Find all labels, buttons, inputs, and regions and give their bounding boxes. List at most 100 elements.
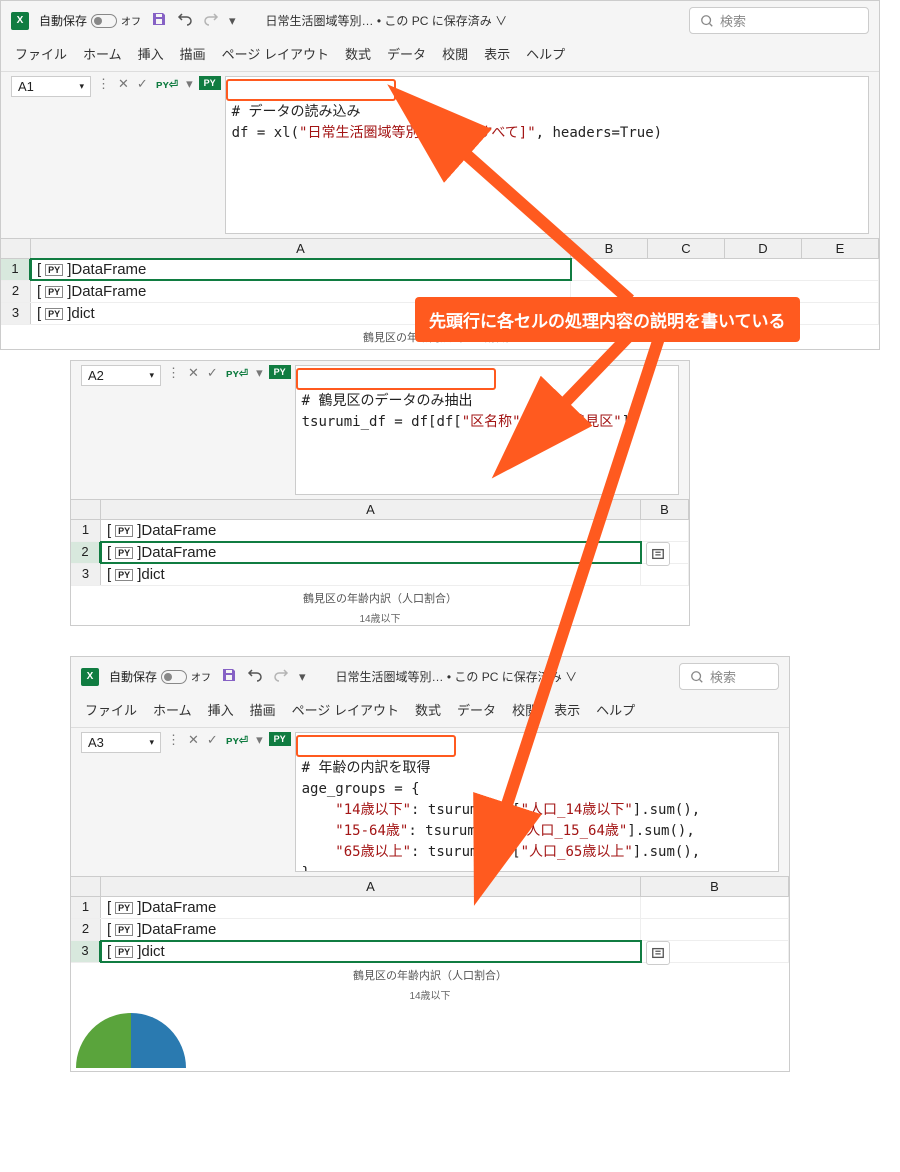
- undo-icon[interactable]: [177, 11, 193, 30]
- row-header[interactable]: 3: [71, 941, 101, 962]
- column-header[interactable]: B: [641, 877, 789, 896]
- autosave-toggle[interactable]: 自動保存 オフ: [109, 668, 211, 685]
- ribbon-tab[interactable]: 表示: [554, 700, 580, 719]
- fx-cancel-icon[interactable]: ✕: [186, 365, 201, 381]
- column-header[interactable]: A: [31, 239, 571, 258]
- ribbon-tab[interactable]: 挿入: [138, 44, 164, 63]
- chart-subtitle: 14歳以下: [71, 610, 689, 625]
- fx-py-icon[interactable]: ᴘʏ⏎: [154, 78, 180, 91]
- python-code-editor[interactable]: # 年齢の内訳を取得 age_groups = { "14歳以下": tsuru…: [295, 732, 779, 872]
- ribbon-tab[interactable]: ファイル: [85, 700, 137, 719]
- ribbon-tab[interactable]: データ: [387, 44, 426, 63]
- ribbon-tab[interactable]: ページ レイアウト: [292, 700, 399, 719]
- save-icon[interactable]: [151, 11, 167, 30]
- excel-icon: X: [11, 12, 29, 30]
- cell[interactable]: [641, 897, 789, 918]
- document-title[interactable]: 日常生活圏域等別… • この PC に保存済み ∨: [266, 12, 508, 29]
- column-header[interactable]: B: [641, 500, 689, 519]
- spreadsheet-grid[interactable]: AB 1[PY]DataFrame2[PY]DataFrame3[PY]dict…: [71, 499, 689, 625]
- row-header[interactable]: 1: [71, 520, 101, 541]
- cell[interactable]: [571, 259, 879, 280]
- ribbon-tabs: ファイルホーム挿入描画ページ レイアウト数式データ校閲表示ヘルプ: [1, 40, 879, 71]
- ribbon-tab[interactable]: ホーム: [153, 700, 192, 719]
- column-header[interactable]: A: [101, 877, 641, 896]
- qat-overflow-icon[interactable]: ▾: [229, 13, 236, 29]
- cell[interactable]: [PY]DataFrame: [101, 897, 641, 918]
- python-badge-icon: PY: [115, 569, 133, 581]
- column-header[interactable]: E: [802, 239, 879, 258]
- ribbon-tab[interactable]: 描画: [250, 700, 276, 719]
- row-header[interactable]: 2: [71, 542, 101, 563]
- fx-enter-icon[interactable]: ✓: [135, 76, 150, 92]
- name-box[interactable]: A1▾: [11, 76, 91, 97]
- column-header[interactable]: C: [648, 239, 725, 258]
- ribbon-tab[interactable]: ホーム: [83, 44, 122, 63]
- fx-enter-icon[interactable]: ✓: [205, 365, 220, 381]
- fx-sep-icon: ⋮: [165, 732, 182, 748]
- fx-py-icon[interactable]: ᴘʏ⏎: [224, 734, 250, 747]
- cell[interactable]: [PY]dict: [101, 941, 641, 962]
- ribbon-tab[interactable]: ファイル: [15, 44, 67, 63]
- search-input[interactable]: 検索: [679, 663, 779, 690]
- cell[interactable]: [PY]DataFrame: [31, 259, 571, 280]
- formula-bar: A1▾ ⋮ ✕ ✓ ᴘʏ⏎ ▾ PY # データの読み込み df = xl("日…: [1, 71, 879, 238]
- formula-bar: A3▾ ⋮ ✕ ✓ ᴘʏ⏎ ▾ PY # 年齢の内訳を取得 age_groups…: [71, 727, 789, 876]
- card-expand-icon[interactable]: [646, 542, 670, 566]
- cell[interactable]: [PY]DataFrame: [101, 542, 641, 563]
- search-input[interactable]: 検索: [689, 7, 869, 34]
- chart-title: 鶴見区の年齢内訳（人口割合）: [71, 586, 689, 610]
- qat-overflow-icon[interactable]: ▾: [299, 669, 306, 685]
- titlebar: X 自動保存 オフ ▾ 日常生活圏域等別… • この PC に保存済み ∨ 検索: [71, 657, 789, 696]
- row-header[interactable]: 3: [71, 564, 101, 585]
- ribbon-tab[interactable]: 校閲: [442, 44, 468, 63]
- save-icon[interactable]: [221, 667, 237, 686]
- python-badge-icon: PY: [45, 308, 63, 320]
- undo-icon[interactable]: [247, 667, 263, 686]
- chart-subtitle: 14歳以下: [71, 987, 789, 1002]
- ribbon-tab[interactable]: 描画: [180, 44, 206, 63]
- row-header[interactable]: 3: [1, 303, 31, 324]
- cell[interactable]: [641, 520, 689, 541]
- ribbon-tab[interactable]: 表示: [484, 44, 510, 63]
- name-box[interactable]: A2▾: [81, 365, 161, 386]
- fx-cancel-icon[interactable]: ✕: [186, 732, 201, 748]
- autosave-toggle[interactable]: 自動保存 オフ: [39, 12, 141, 29]
- python-code-editor[interactable]: # データの読み込み df = xl("日常生活圏域等別データ[#すべて]", …: [225, 76, 869, 234]
- python-badge-icon: PY: [115, 924, 133, 936]
- cell[interactable]: [PY]DataFrame: [101, 520, 641, 541]
- ribbon-tab[interactable]: 挿入: [208, 700, 234, 719]
- fx-py-icon[interactable]: ᴘʏ⏎: [224, 367, 250, 380]
- row-header[interactable]: 1: [1, 259, 31, 280]
- fx-dropdown-icon[interactable]: ▾: [254, 365, 265, 381]
- ribbon-tab[interactable]: ヘルプ: [596, 700, 635, 719]
- cell[interactable]: [PY]DataFrame: [101, 919, 641, 940]
- column-header[interactable]: B: [571, 239, 648, 258]
- document-title[interactable]: 日常生活圏域等別… • この PC に保存済み ∨: [336, 668, 578, 685]
- redo-icon[interactable]: [203, 11, 219, 30]
- ribbon-tab[interactable]: ページ レイアウト: [222, 44, 329, 63]
- redo-icon[interactable]: [273, 667, 289, 686]
- name-box[interactable]: A3▾: [81, 732, 161, 753]
- row-header[interactable]: 1: [71, 897, 101, 918]
- cell[interactable]: [641, 564, 689, 585]
- ribbon-tab[interactable]: 数式: [415, 700, 441, 719]
- ribbon-tab[interactable]: 数式: [345, 44, 371, 63]
- card-expand-icon[interactable]: [646, 941, 670, 965]
- python-badge-icon: PY: [115, 902, 133, 914]
- row-header[interactable]: 2: [1, 281, 31, 302]
- python-badge-icon: PY: [45, 264, 63, 276]
- spreadsheet-grid[interactable]: AB 1[PY]DataFrame2[PY]DataFrame3[PY]dict…: [71, 876, 789, 1071]
- fx-dropdown-icon[interactable]: ▾: [254, 732, 265, 748]
- cell[interactable]: [PY]dict: [101, 564, 641, 585]
- ribbon-tab[interactable]: 校閲: [512, 700, 538, 719]
- cell[interactable]: [641, 919, 789, 940]
- fx-enter-icon[interactable]: ✓: [205, 732, 220, 748]
- python-code-editor[interactable]: # 鶴見区のデータのみ抽出 tsurumi_df = df[df["区名称"] …: [295, 365, 679, 495]
- column-header[interactable]: D: [725, 239, 802, 258]
- ribbon-tab[interactable]: データ: [457, 700, 496, 719]
- fx-dropdown-icon[interactable]: ▾: [184, 76, 195, 92]
- fx-cancel-icon[interactable]: ✕: [116, 76, 131, 92]
- row-header[interactable]: 2: [71, 919, 101, 940]
- column-header[interactable]: A: [101, 500, 641, 519]
- ribbon-tab[interactable]: ヘルプ: [526, 44, 565, 63]
